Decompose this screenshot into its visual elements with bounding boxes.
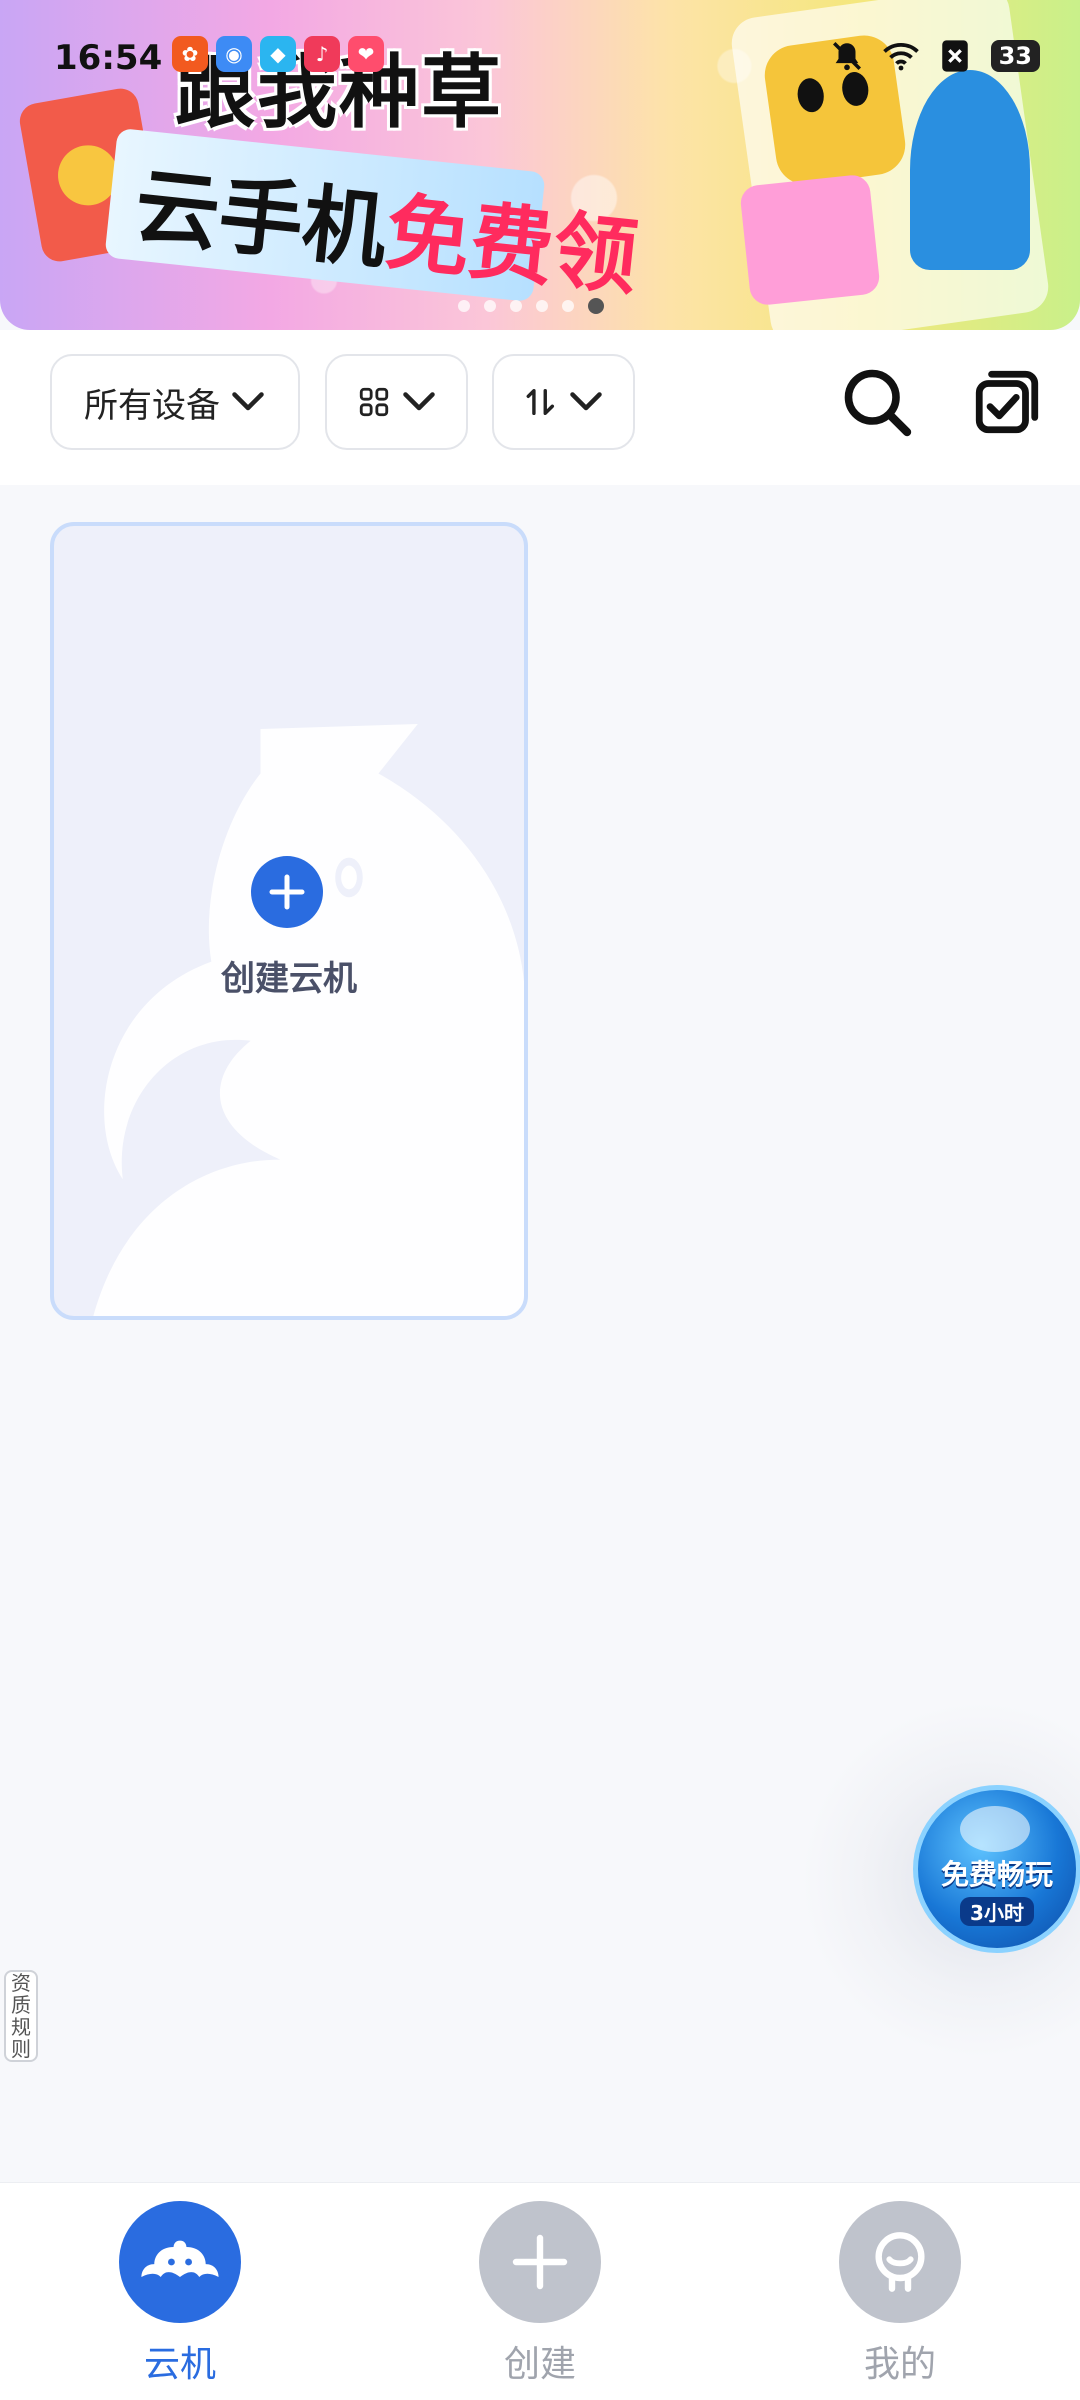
pagination-dot-active — [588, 298, 604, 314]
plus-icon — [479, 2201, 601, 2323]
filter-toolbar: 所有设备 — [0, 330, 1080, 485]
plus-icon — [251, 856, 323, 928]
banner-subtitle-prefix: 云手机 — [130, 156, 392, 281]
mute-bell-icon — [829, 38, 865, 74]
pagination-dot — [458, 300, 470, 312]
app-notification-icon: ◉ — [216, 36, 252, 72]
cloud-mascot-icon — [119, 2201, 241, 2323]
search-button[interactable] — [835, 360, 919, 444]
tab-label: 我的 — [863, 2344, 936, 2385]
music-icon: ♪ — [304, 36, 340, 72]
devices-filter-dropdown[interactable]: 所有设备 — [50, 354, 300, 450]
banner-subtitle: 云手机免费领 — [130, 139, 644, 312]
no-sim-icon — [937, 38, 973, 74]
tab-create[interactable]: 创建 — [440, 2201, 640, 2387]
search-icon — [844, 369, 912, 437]
battery-indicator: 33 — [990, 40, 1040, 72]
pagination-dot — [510, 300, 522, 312]
chevron-down-icon — [402, 392, 435, 411]
pagination-dot — [484, 300, 496, 312]
sort-dropdown[interactable] — [492, 354, 635, 450]
pagination-dot — [562, 300, 574, 312]
wifi-icon — [882, 38, 919, 74]
tab-mine[interactable]: 我的 — [800, 2201, 1000, 2387]
app-notification-icon: ❤ — [348, 36, 384, 72]
view-mode-dropdown[interactable] — [325, 354, 468, 450]
promo-subtitle: 3小时 — [960, 1896, 1034, 1926]
status-indicators: 33 — [829, 38, 1040, 74]
app-notification-icon: ◆ — [260, 36, 296, 72]
status-time: 16:54 — [54, 38, 163, 78]
grid-icon — [359, 387, 388, 417]
create-cloud-phone-card[interactable]: 创建云机 — [50, 522, 528, 1320]
tab-label: 云机 — [143, 2344, 216, 2385]
app-notification-icon: ✿ — [172, 36, 208, 72]
chevron-down-icon — [569, 392, 602, 411]
shopping-bag-illustration — [739, 173, 881, 307]
devices-filter-label: 所有设备 — [84, 385, 220, 426]
promo-title: 免费畅玩 — [940, 1857, 1053, 1891]
chevron-down-icon — [232, 392, 264, 411]
promo-banner[interactable]: 跟我种草 云手机免费领 16:54 ✿ ◉ ◆ ♪ ❤ 33 — [0, 0, 1080, 330]
qualification-rules-link[interactable]: 资质规则 — [4, 1970, 38, 2062]
status-notification-icons: ✿ ◉ ◆ ♪ ❤ — [172, 36, 384, 72]
tab-label: 创建 — [503, 2344, 576, 2385]
create-card-label: 创建云机 — [221, 959, 357, 999]
bottom-tab-bar: 云机 创建 我的 — [0, 2182, 1080, 2400]
game-controller-icon — [960, 1806, 1030, 1852]
status-bar: 16:54 ✿ ◉ ◆ ♪ ❤ 33 — [0, 0, 1080, 120]
app-screen: 跟我种草 云手机免费领 16:54 ✿ ◉ ◆ ♪ ❤ 33 所有设备 创建云机… — [0, 0, 1080, 2400]
pagination-dot — [536, 300, 548, 312]
tab-cloud-phone[interactable]: 云机 — [80, 2201, 280, 2387]
multi-select-icon — [975, 370, 1039, 434]
sort-icon — [526, 388, 554, 416]
free-play-promo-button[interactable]: 免费畅玩 3小时 — [913, 1785, 1080, 1953]
multi-select-button[interactable] — [965, 360, 1049, 444]
banner-pagination — [458, 298, 604, 314]
banner-subtitle-highlight: 免费领 — [381, 183, 643, 308]
profile-icon — [839, 2201, 961, 2323]
